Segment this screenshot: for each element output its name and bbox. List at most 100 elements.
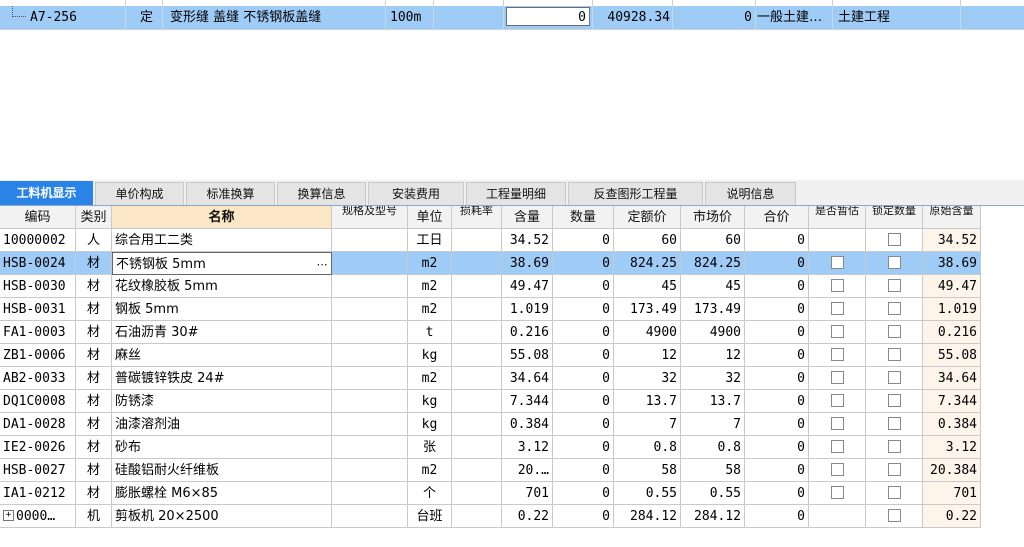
cell-name[interactable]: 钢板 5mm — [112, 298, 332, 321]
cell-unit[interactable]: 工日 — [408, 229, 452, 252]
locked-qty-checkbox[interactable] — [887, 463, 901, 476]
cell-name[interactable]: 综合用工二类 — [112, 229, 332, 252]
cell-qty[interactable]: 0 — [553, 436, 614, 459]
cell-type[interactable]: 材 — [76, 252, 112, 275]
cell-type[interactable]: 材 — [76, 413, 112, 436]
cell-estimated[interactable] — [809, 344, 866, 367]
cell-type[interactable]: 材 — [76, 275, 112, 298]
cell-name[interactable]: 油漆溶剂油 — [112, 413, 332, 436]
cell-total[interactable]: 0 — [745, 275, 809, 298]
cell-qty[interactable]: 0 — [553, 413, 614, 436]
table-row[interactable]: HSB-0024 材 不锈钢板 5mm ⋯ m2 38.69 0 824.25 824.25 0 3… — [0, 252, 981, 275]
tab-labor-material-machine[interactable]: 工料机显示 — [0, 181, 93, 205]
estimated-checkbox[interactable] — [830, 486, 844, 499]
table-row[interactable]: AB2-0033 材普碳镀锌铁皮 24# m2 34.64 0 32 32 0 34.64 — [0, 367, 981, 390]
locked-qty-checkbox[interactable] — [887, 279, 901, 292]
cell-qty[interactable]: 0 — [553, 275, 614, 298]
cell-unit[interactable]: kg — [408, 390, 452, 413]
cell-loss[interactable] — [452, 321, 502, 344]
cell-type[interactable]: 材 — [76, 436, 112, 459]
cell-locked[interactable] — [866, 298, 923, 321]
cell-code[interactable]: DQ1C0008 — [0, 390, 76, 413]
cell-qty[interactable]: 0 — [553, 482, 614, 505]
estimated-checkbox[interactable] — [830, 325, 844, 338]
cell-estimated[interactable] — [809, 229, 866, 252]
cell-spec[interactable] — [332, 229, 408, 252]
cell-spec[interactable] — [332, 436, 408, 459]
cell-total[interactable]: 0 — [745, 229, 809, 252]
cell-quota-price[interactable]: 4900 — [614, 321, 681, 344]
cell-content[interactable]: 7.344 — [502, 390, 553, 413]
cell-qty[interactable]: 0 — [553, 390, 614, 413]
cell-orig-content[interactable]: 0.216 — [923, 321, 981, 344]
cell-spec[interactable] — [332, 367, 408, 390]
locked-qty-checkbox[interactable] — [887, 233, 901, 246]
cell-estimated[interactable] — [809, 252, 866, 275]
cell-estimated[interactable] — [809, 298, 866, 321]
cell-orig-content[interactable]: 20.384 — [923, 459, 981, 482]
locked-qty-checkbox[interactable] — [887, 417, 901, 430]
cell-unit[interactable]: 台班 — [408, 505, 452, 528]
cell-quota-price[interactable]: 284.12 — [614, 505, 681, 528]
tab-description-info[interactable]: 说明信息 — [705, 182, 796, 205]
cell-orig-content[interactable]: 0.22 — [923, 505, 981, 528]
plus-box-icon[interactable]: + — [3, 510, 14, 521]
cell-estimated[interactable] — [809, 459, 866, 482]
cell-quota-price[interactable]: 32 — [614, 367, 681, 390]
cell-unit[interactable]: 张 — [408, 436, 452, 459]
cell-type[interactable]: 材 — [76, 367, 112, 390]
cell-code[interactable]: ZB1-0006 — [0, 344, 76, 367]
cell-name[interactable]: 硅酸铝耐火纤维板 — [112, 459, 332, 482]
cell-market-price[interactable]: 13.7 — [681, 390, 745, 413]
cell-orig-content[interactable]: 701 — [923, 482, 981, 505]
col-orig-content[interactable]: 原始含量 — [923, 206, 981, 229]
cell-market-price[interactable]: 58 — [681, 459, 745, 482]
cell-code[interactable]: 10000002 — [0, 229, 76, 252]
col-quota-price[interactable]: 定额价 — [614, 206, 681, 229]
estimated-checkbox[interactable] — [830, 348, 844, 361]
cell-market-price[interactable]: 284.12 — [681, 505, 745, 528]
cell-quota-price[interactable]: 45 — [614, 275, 681, 298]
cell-spec[interactable] — [332, 482, 408, 505]
cell-estimated[interactable] — [809, 482, 866, 505]
cell-market-price[interactable]: 32 — [681, 367, 745, 390]
cell-unit[interactable]: m2 — [408, 252, 452, 275]
cell-type[interactable]: 材 — [76, 482, 112, 505]
estimated-checkbox[interactable] — [830, 256, 844, 269]
cell-orig-content[interactable]: 49.47 — [923, 275, 981, 298]
cell-loss[interactable] — [452, 275, 502, 298]
cell-code[interactable]: HSB-0031 — [0, 298, 76, 321]
col-loss[interactable]: 损耗率 — [452, 206, 502, 229]
cell-qty[interactable]: 0 — [553, 367, 614, 390]
cell-qty[interactable]: 0 — [553, 321, 614, 344]
cell-spec[interactable] — [332, 505, 408, 528]
cell-locked[interactable] — [866, 413, 923, 436]
table-row[interactable]: +0000… 机剪板机 20×2500 台班 0.22 0 284.12 284.12 0 0.… — [0, 505, 981, 528]
cell-type[interactable]: 材 — [76, 344, 112, 367]
cell-code[interactable]: FA1-0003 — [0, 321, 76, 344]
estimated-checkbox[interactable] — [830, 302, 844, 315]
cell-estimated[interactable] — [809, 413, 866, 436]
estimated-checkbox[interactable] — [830, 394, 844, 407]
table-row[interactable]: ZB1-0006 材麻丝 kg 55.08 0 12 12 0 55.08 — [0, 344, 981, 367]
col-estimated[interactable]: 是否暂估 — [809, 206, 866, 229]
ellipsis-icon[interactable]: ⋯ — [315, 253, 329, 274]
estimated-checkbox[interactable] — [830, 279, 844, 292]
cell-loss[interactable] — [452, 390, 502, 413]
cell-qty[interactable]: 0 — [553, 252, 614, 275]
cell-loss[interactable] — [452, 298, 502, 321]
locked-qty-checkbox[interactable] — [887, 440, 901, 453]
col-market-price[interactable]: 市场价 — [681, 206, 745, 229]
cell-content[interactable]: 34.64 — [502, 367, 553, 390]
cell-locked[interactable] — [866, 344, 923, 367]
cell-orig-content[interactable]: 3.12 — [923, 436, 981, 459]
cell-spec[interactable] — [332, 252, 408, 275]
cell-qty[interactable]: 0 — [553, 298, 614, 321]
table-row[interactable]: DA1-0028 材油漆溶剂油 kg 0.384 0 7 7 0 0.384 — [0, 413, 981, 436]
cell-loss[interactable] — [452, 252, 502, 275]
cell-loss[interactable] — [452, 482, 502, 505]
cell-content[interactable]: 0.384 — [502, 413, 553, 436]
cell-type[interactable]: 材 — [76, 298, 112, 321]
cell-locked[interactable] — [866, 321, 923, 344]
cell-code[interactable]: IE2-0026 — [0, 436, 76, 459]
